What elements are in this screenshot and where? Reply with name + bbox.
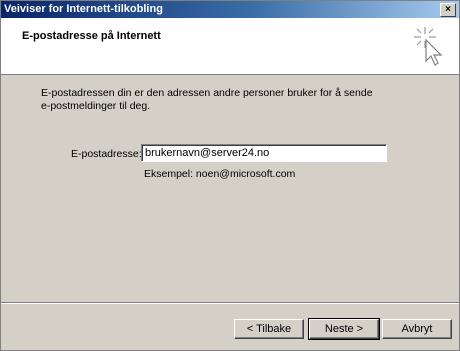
intro-text: E-postadressen din er den adressen andre… — [41, 87, 401, 113]
footer-divider — [1, 302, 459, 304]
window-title: Veiviser for Internett-tilkobling — [4, 3, 163, 15]
wizard-header: E-postadresse på Internett — [1, 18, 459, 75]
title-bar[interactable]: Veiviser for Internett-tilkobling × — [1, 1, 459, 18]
email-field[interactable] — [141, 144, 387, 162]
page-title: E-postadresse på Internett — [22, 30, 161, 42]
intro-line-1: E-postadressen din er den adressen andre… — [41, 87, 373, 99]
email-label: E-postadresse: — [71, 148, 142, 160]
cancel-button[interactable]: Avbryt — [382, 319, 452, 339]
next-button[interactable]: Neste > — [308, 318, 380, 340]
wizard-sparkle-cursor-icon — [414, 27, 443, 66]
back-button[interactable]: < Tilbake — [234, 319, 304, 339]
wizard-window: Veiviser for Internett-tilkobling × E-po… — [0, 0, 460, 351]
close-button[interactable]: × — [440, 3, 456, 17]
intro-line-2: e-postmeldinger til deg. — [41, 100, 151, 112]
email-example-text: Eksempel: noen@microsoft.com — [144, 168, 296, 180]
